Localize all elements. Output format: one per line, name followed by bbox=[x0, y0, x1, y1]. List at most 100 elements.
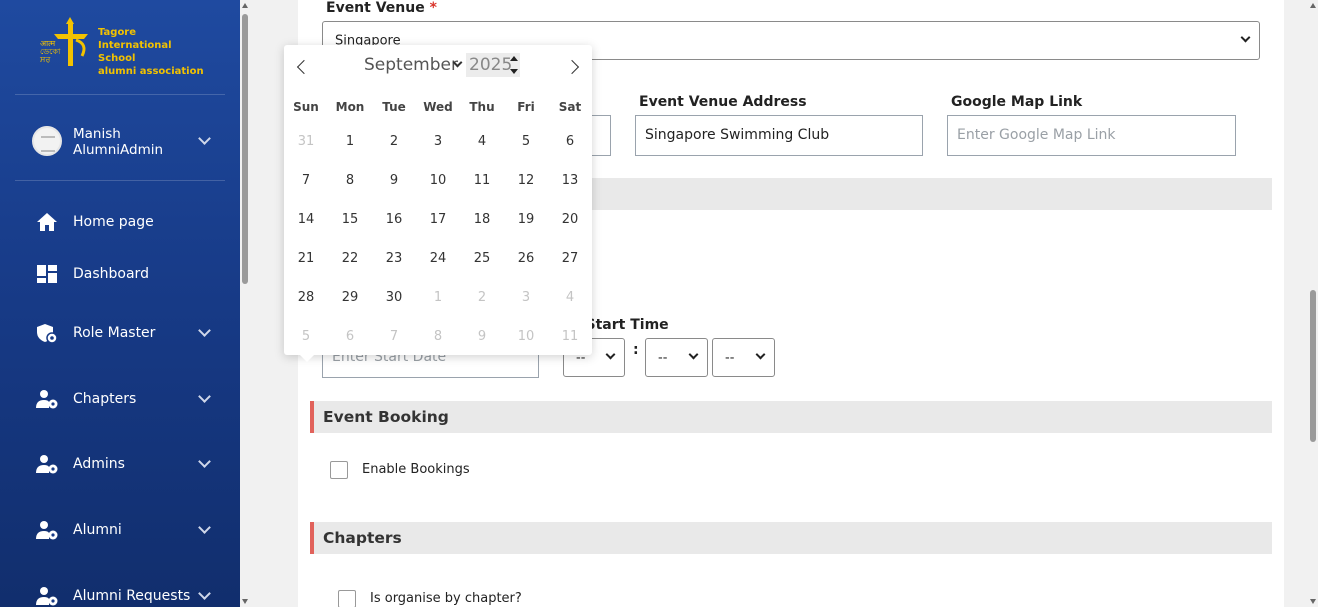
calendar-day[interactable]: 6 bbox=[328, 329, 372, 344]
calendar-day[interactable]: 29 bbox=[328, 290, 372, 305]
weekday-header: Sun bbox=[293, 100, 319, 114]
calendar-day[interactable]: 23 bbox=[372, 251, 416, 266]
calendar-day[interactable]: 2 bbox=[372, 134, 416, 149]
calendar-day[interactable]: 19 bbox=[504, 212, 548, 227]
calendar-day[interactable]: 12 bbox=[504, 173, 548, 188]
enable-bookings-label: Enable Bookings bbox=[362, 462, 470, 477]
calendar-day[interactable]: 9 bbox=[460, 329, 504, 344]
scrollbar-thumb[interactable] bbox=[242, 14, 248, 284]
calendar-day[interactable]: 15 bbox=[328, 212, 372, 227]
scroll-down-arrow-icon[interactable] bbox=[1310, 599, 1316, 604]
school-logo[interactable]: आत्म ডেকো ਸਰ Tagore International School… bbox=[38, 16, 208, 77]
calendar-day[interactable]: 28 bbox=[284, 290, 328, 305]
calendar-day[interactable]: 7 bbox=[372, 329, 416, 344]
scroll-down-arrow-icon[interactable] bbox=[242, 599, 248, 604]
start-minute-value: -- bbox=[658, 350, 668, 365]
calendar-day[interactable]: 10 bbox=[504, 329, 548, 344]
calendar-day[interactable]: 10 bbox=[416, 173, 460, 188]
sidebar-scrollbar[interactable] bbox=[240, 0, 250, 607]
event-venue-address-input[interactable]: Singapore Swimming Club bbox=[635, 115, 923, 156]
chevron-down-icon bbox=[198, 521, 211, 534]
sidebar-item-admins[interactable]: Admins bbox=[36, 453, 216, 477]
calendar-day[interactable]: 22 bbox=[328, 251, 372, 266]
calendar-day[interactable]: 13 bbox=[548, 173, 592, 188]
calendar-day[interactable]: 3 bbox=[504, 290, 548, 305]
calendar-day[interactable]: 18 bbox=[460, 212, 504, 227]
scroll-up-arrow-icon[interactable] bbox=[1310, 3, 1316, 8]
profile-role-name: AlumniAdmin bbox=[73, 142, 164, 158]
calendar-day[interactable]: 31 bbox=[284, 134, 328, 149]
svg-text:ਸਰ: ਸਰ bbox=[39, 55, 51, 64]
start-ampm-select[interactable]: -- bbox=[712, 338, 775, 377]
event-venue-label: Event Venue * bbox=[326, 0, 437, 16]
calendar-day[interactable]: 16 bbox=[372, 212, 416, 227]
sidebar-item-alumni[interactable]: Alumni bbox=[36, 519, 216, 543]
prev-month-icon[interactable] bbox=[296, 59, 312, 75]
calendar-day[interactable]: 21 bbox=[284, 251, 328, 266]
shield-gear-icon bbox=[37, 324, 58, 343]
calendar-day[interactable]: 8 bbox=[416, 329, 460, 344]
logo-text-line: alumni association bbox=[98, 66, 204, 77]
calendar-day[interactable]: 30 bbox=[372, 290, 416, 305]
weekday-header: Fri bbox=[517, 100, 535, 114]
calendar-day[interactable]: 25 bbox=[460, 251, 504, 266]
organise-by-chapter-label: Is organise by chapter? bbox=[370, 591, 522, 606]
calendar-day[interactable]: 5 bbox=[284, 329, 328, 344]
year-increment-icon[interactable] bbox=[510, 56, 518, 61]
calendar-day[interactable]: 4 bbox=[460, 134, 504, 149]
month-select[interactable]: September bbox=[364, 55, 458, 75]
logo-emblem-icon: आत्म ডেকো ਸਰ bbox=[39, 17, 88, 66]
year-decrement-icon[interactable] bbox=[510, 69, 518, 74]
sidebar-item-label: Alumni Requests bbox=[73, 588, 191, 604]
next-month-icon[interactable] bbox=[564, 59, 580, 75]
scroll-up-arrow-icon[interactable] bbox=[242, 3, 248, 8]
chevron-down-icon bbox=[198, 455, 211, 468]
page-scrollbar[interactable] bbox=[1308, 0, 1318, 607]
calendar-day[interactable]: 3 bbox=[416, 134, 460, 149]
calendar-day[interactable]: 1 bbox=[416, 290, 460, 305]
organise-by-chapter-checkbox[interactable] bbox=[338, 590, 356, 607]
sidebar-divider bbox=[15, 94, 225, 95]
enable-bookings-checkbox[interactable] bbox=[330, 461, 348, 479]
user-profile[interactable]: Manish AlumniAdmin bbox=[32, 126, 222, 160]
weekday-header: Sat bbox=[558, 100, 582, 114]
google-map-link-input[interactable]: Enter Google Map Link bbox=[947, 115, 1236, 156]
calendar-day[interactable]: 11 bbox=[460, 173, 504, 188]
sidebar-divider bbox=[15, 180, 225, 181]
chevron-down-icon bbox=[1240, 32, 1251, 42]
chevron-down-icon bbox=[198, 324, 211, 337]
sidebar-item-alumni-requests[interactable]: Alumni Requests bbox=[36, 585, 216, 607]
calendar-day[interactable]: 6 bbox=[548, 134, 592, 149]
calendar-day[interactable]: 8 bbox=[328, 173, 372, 188]
section-title: Event Booking bbox=[323, 408, 449, 426]
calendar-day[interactable]: 14 bbox=[284, 212, 328, 227]
calendar-day[interactable]: 1 bbox=[328, 134, 372, 149]
profile-first-name: Manish bbox=[73, 126, 121, 142]
sidebar-item-chapters[interactable]: Chapters bbox=[36, 388, 216, 412]
calendar-day[interactable]: 9 bbox=[372, 173, 416, 188]
calendar-day[interactable]: 4 bbox=[548, 290, 592, 305]
sidebar-item-home[interactable]: Home page bbox=[36, 211, 216, 235]
calendar-day[interactable]: 20 bbox=[548, 212, 592, 227]
calendar-day[interactable]: 5 bbox=[504, 134, 548, 149]
datepicker-popup: September 2025 Sun Mon Tue Wed Thu Fri Sat 31 1 2… bbox=[284, 45, 592, 362]
calendar-day[interactable]: 26 bbox=[504, 251, 548, 266]
calendar-day[interactable]: 17 bbox=[416, 212, 460, 227]
chevron-down-icon bbox=[755, 349, 766, 359]
sidebar-item-role-master[interactable]: Role Master bbox=[36, 322, 216, 346]
calendar-day[interactable]: 24 bbox=[416, 251, 460, 266]
calendar-day[interactable]: 27 bbox=[548, 251, 592, 266]
sidebar: आत्म ডেকো ਸਰ Tagore International School… bbox=[0, 0, 240, 607]
calendar-day[interactable]: 7 bbox=[284, 173, 328, 188]
scrollbar-thumb[interactable] bbox=[1310, 290, 1316, 442]
sidebar-item-dashboard[interactable]: Dashboard bbox=[36, 263, 216, 287]
required-mark: * bbox=[429, 0, 437, 16]
start-minute-select[interactable]: -- bbox=[645, 338, 708, 377]
user-gear-icon bbox=[36, 587, 58, 606]
section-title: Chapters bbox=[323, 529, 402, 547]
weekday-header: Mon bbox=[335, 100, 365, 114]
calendar-day[interactable]: 2 bbox=[460, 290, 504, 305]
start-ampm-value: -- bbox=[725, 350, 735, 365]
chevron-down-icon[interactable] bbox=[198, 132, 211, 145]
calendar-day[interactable]: 11 bbox=[548, 329, 592, 344]
